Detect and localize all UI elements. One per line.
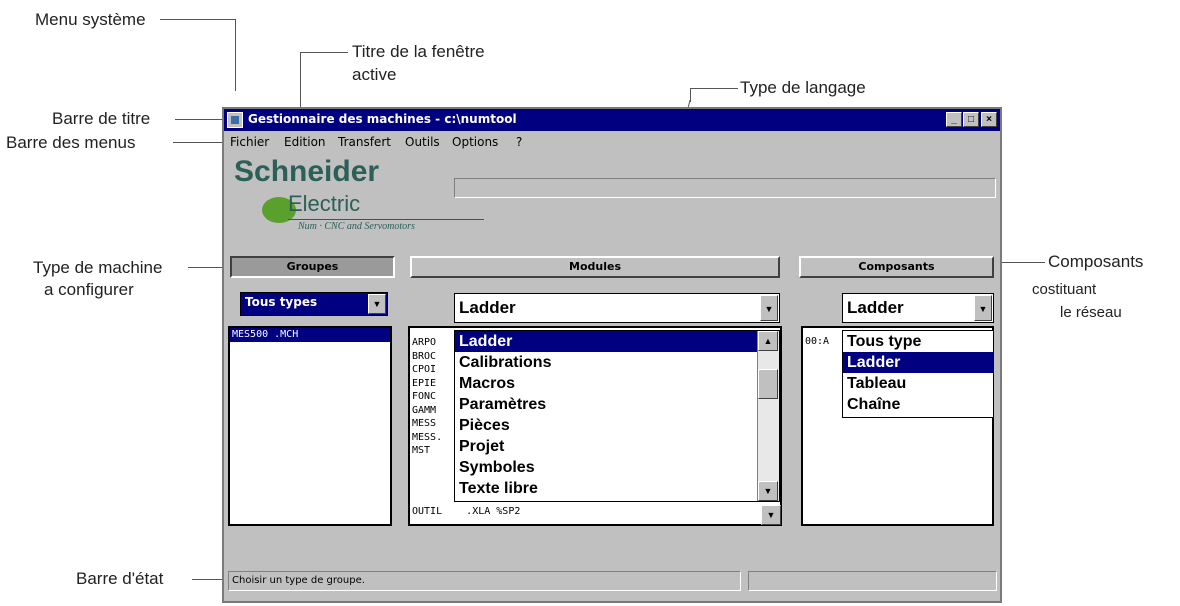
groupes-list[interactable]: MES500 .MCH (228, 326, 392, 526)
list-item[interactable]: FONC (412, 390, 442, 404)
chevron-down-icon[interactable]: ▼ (760, 295, 778, 321)
label-composants-sub2: le réseau (1060, 304, 1122, 321)
menu-bar: Fichier Edition Transfert Outils Options… (224, 132, 1000, 152)
logo-tagline: Num · CNC and Servomotors (298, 221, 415, 232)
list-item[interactable]: EPIE (412, 377, 442, 391)
dropdown-option[interactable]: Tableau (843, 373, 993, 394)
composants-dropdown-list[interactable]: Tous type Ladder Tableau Chaîne (842, 330, 994, 418)
menu-options[interactable]: Options (452, 135, 498, 149)
dropdown-option[interactable]: Ladder (843, 352, 993, 373)
modules-language-select[interactable]: Ladder ▼ (454, 293, 780, 323)
label-titre-fenetre: Titre de la fenêtre (352, 42, 485, 61)
minimize-icon[interactable]: _ (946, 112, 962, 127)
window-title: Gestionnaire des machines - c:\numtool (248, 112, 517, 126)
dropdown-option[interactable]: Texte libre (455, 478, 757, 499)
label-barre-titre: Barre de titre (52, 109, 151, 128)
dropdown-option[interactable]: Chaîne (843, 394, 993, 415)
list-item[interactable]: MESS. (412, 431, 442, 445)
chevron-down-icon[interactable]: ▼ (368, 294, 386, 314)
dropdown-option[interactable]: Ladder (455, 331, 757, 352)
dropdown-option[interactable]: Symboles (455, 457, 757, 478)
logo-electric: Electric (288, 191, 361, 216)
scroll-thumb[interactable] (758, 369, 778, 399)
label-type-machine: Type de machine (33, 258, 163, 277)
list-item[interactable]: ARPO (412, 336, 442, 350)
modules-button[interactable]: Modules (410, 256, 780, 278)
dropdown-option[interactable]: Pièces (455, 415, 757, 436)
close-icon[interactable]: × (981, 112, 997, 127)
label-type-machine-2: a configurer (44, 280, 134, 299)
logo-schneider: Schneider (234, 155, 380, 188)
list-item[interactable]: GAMM (412, 404, 442, 418)
label-barre-menus: Barre des menus (6, 133, 136, 152)
label-menu-systeme: Menu système (35, 10, 146, 29)
scroll-up-icon[interactable]: ▲ (758, 331, 778, 351)
list-item[interactable]: MESS (412, 417, 442, 431)
list-item[interactable]: BROC (412, 350, 442, 364)
groupes-type-select[interactable]: Tous types ▼ (240, 292, 388, 316)
dropdown-option[interactable]: Paramètres (455, 394, 757, 415)
label-composants-sub1: costituant (1032, 281, 1097, 298)
list-item[interactable]: CPOI (412, 363, 442, 377)
dropdown-option[interactable]: Tous type (843, 331, 993, 352)
label-type-langage: Type de langage (740, 78, 866, 97)
status-bar-secondary (748, 571, 997, 591)
label-composants: Composants (1048, 252, 1144, 271)
maximize-icon[interactable]: □ (963, 112, 979, 127)
modules-list-scroll-down-icon[interactable]: ▼ (761, 505, 781, 525)
composants-type-select[interactable]: Ladder ▼ (842, 293, 994, 323)
menu-edition[interactable]: Edition (284, 135, 326, 149)
app-window: Gestionnaire des machines - c:\numtool _… (222, 107, 1002, 603)
menu-outils[interactable]: Outils (405, 135, 440, 149)
system-menu-icon[interactable] (227, 112, 243, 128)
top-info-field (454, 178, 996, 198)
list-item[interactable]: 00:A (805, 336, 829, 347)
dropdown-option[interactable]: Projet (455, 436, 757, 457)
scroll-down-icon[interactable]: ▼ (758, 481, 778, 501)
groupes-button[interactable]: Groupes (230, 256, 395, 278)
status-bar-text: Choisir un type de groupe. (228, 571, 741, 591)
list-item[interactable]: MST (412, 444, 442, 458)
dropdown-option[interactable]: Macros (455, 373, 757, 394)
label-titre-fenetre-2: active (352, 65, 397, 84)
chevron-down-icon[interactable]: ▼ (974, 295, 992, 321)
composants-button[interactable]: Composants (799, 256, 994, 278)
list-item[interactable]: MES500 .MCH (230, 328, 390, 342)
dropdown-option[interactable]: Calibrations (455, 352, 757, 373)
menu-transfert[interactable]: Transfert (338, 135, 391, 149)
title-bar: Gestionnaire des machines - c:\numtool _… (224, 109, 1000, 131)
menu-help[interactable]: ? (516, 135, 522, 149)
menu-fichier[interactable]: Fichier (230, 135, 269, 149)
list-item[interactable]: OUTIL .XLA %SP2 (412, 506, 520, 517)
modules-scrollbar[interactable]: ▲ ▼ (757, 331, 779, 501)
label-barre-etat: Barre d'état (76, 569, 164, 588)
modules-dropdown-list[interactable]: Ladder Calibrations Macros Paramètres Pièces… (454, 330, 780, 502)
